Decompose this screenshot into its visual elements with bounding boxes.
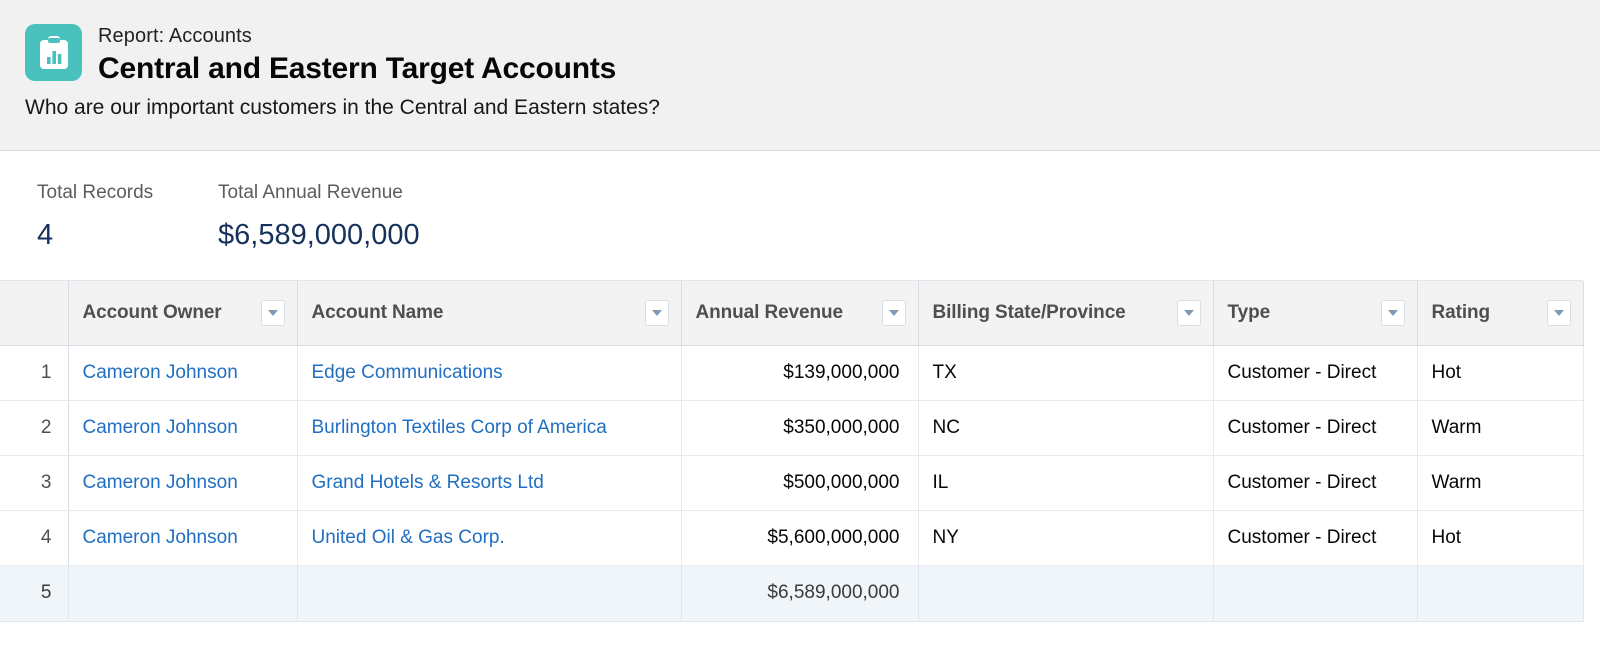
account-name-link[interactable]: Burlington Textiles Corp of America (312, 417, 607, 438)
row-number-header (0, 281, 68, 345)
cell-type: Customer - Direct (1213, 400, 1417, 455)
grand-total-row: 5 $6,589,000,000 (0, 565, 1583, 621)
cell-account-owner: Cameron Johnson (68, 345, 297, 400)
metric-value: $6,589,000,000 (218, 217, 420, 253)
cell-billing-state: NY (918, 510, 1213, 565)
column-header-label: Type (1228, 302, 1271, 324)
cell-type: Customer - Direct (1213, 455, 1417, 510)
account-owner-link[interactable]: Cameron Johnson (83, 362, 238, 383)
table-row: 2 Cameron Johnson Burlington Textiles Co… (0, 400, 1583, 455)
row-number: 5 (0, 565, 68, 621)
column-header-label: Account Name (312, 302, 444, 324)
report-clipboard-chart-icon (25, 24, 82, 81)
cell-account-owner: Cameron Johnson (68, 455, 297, 510)
cell-rating: Hot (1417, 510, 1583, 565)
report-table: Account Owner Account Name Annual Revenu… (0, 281, 1584, 622)
cell-annual-revenue: $5,600,000,000 (681, 510, 918, 565)
column-header-label: Annual Revenue (696, 302, 843, 324)
account-owner-link[interactable]: Cameron Johnson (83, 417, 238, 438)
chevron-down-icon[interactable] (882, 300, 906, 326)
cell-account-owner (68, 565, 297, 621)
chevron-down-icon[interactable] (1381, 300, 1405, 326)
report-header-titles: Report: Accounts Central and Eastern Tar… (98, 22, 616, 88)
report-table-container: Account Owner Account Name Annual Revenu… (0, 280, 1583, 622)
row-number: 1 (0, 345, 68, 400)
row-number: 2 (0, 400, 68, 455)
cell-type: Customer - Direct (1213, 345, 1417, 400)
account-owner-link[interactable]: Cameron Johnson (83, 527, 238, 548)
cell-account-name: Grand Hotels & Resorts Ltd (297, 455, 681, 510)
report-table-body: 1 Cameron Johnson Edge Communications $1… (0, 345, 1583, 621)
chevron-down-icon[interactable] (1177, 300, 1201, 326)
column-header-billing-state-province[interactable]: Billing State/Province (918, 281, 1213, 345)
cell-annual-revenue: $139,000,000 (681, 345, 918, 400)
cell-rating: Warm (1417, 400, 1583, 455)
report-table-header: Account Owner Account Name Annual Revenu… (0, 281, 1583, 345)
column-header-annual-revenue[interactable]: Annual Revenue (681, 281, 918, 345)
report-header: Report: Accounts Central and Eastern Tar… (0, 0, 1600, 151)
column-header-label: Rating (1432, 302, 1491, 324)
page-title: Central and Eastern Target Accounts (98, 50, 616, 88)
metric-value: 4 (37, 217, 218, 253)
cell-billing-state: TX (918, 345, 1213, 400)
cell-rating (1417, 565, 1583, 621)
chevron-down-icon[interactable] (261, 300, 285, 326)
column-header-account-owner[interactable]: Account Owner (68, 281, 297, 345)
table-row: 1 Cameron Johnson Edge Communications $1… (0, 345, 1583, 400)
cell-annual-revenue: $500,000,000 (681, 455, 918, 510)
column-header-rating[interactable]: Rating (1417, 281, 1583, 345)
account-owner-link[interactable]: Cameron Johnson (83, 472, 238, 493)
cell-annual-revenue: $350,000,000 (681, 400, 918, 455)
column-header-account-name[interactable]: Account Name (297, 281, 681, 345)
chevron-down-icon[interactable] (1547, 300, 1571, 326)
table-row: 4 Cameron Johnson United Oil & Gas Corp.… (0, 510, 1583, 565)
report-type-label: Report: Accounts (98, 23, 616, 49)
account-name-link[interactable]: United Oil & Gas Corp. (312, 527, 505, 548)
summary-metrics-bar: Total Records 4 Total Annual Revenue $6,… (0, 151, 1600, 280)
account-name-link[interactable]: Edge Communications (312, 362, 503, 383)
metric-label: Total Records (37, 181, 218, 205)
report-header-top: Report: Accounts Central and Eastern Tar… (25, 22, 1600, 88)
cell-account-name: Edge Communications (297, 345, 681, 400)
cell-account-name (297, 565, 681, 621)
cell-billing-state (918, 565, 1213, 621)
column-header-label: Account Owner (83, 302, 222, 324)
cell-account-name: Burlington Textiles Corp of America (297, 400, 681, 455)
chevron-down-icon[interactable] (645, 300, 669, 326)
cell-account-owner: Cameron Johnson (68, 400, 297, 455)
cell-account-name: United Oil & Gas Corp. (297, 510, 681, 565)
metric-total-annual-revenue: Total Annual Revenue $6,589,000,000 (218, 181, 420, 253)
cell-billing-state: IL (918, 455, 1213, 510)
cell-type: Customer - Direct (1213, 510, 1417, 565)
metric-total-records: Total Records 4 (37, 181, 218, 253)
row-number: 4 (0, 510, 68, 565)
column-header-type[interactable]: Type (1213, 281, 1417, 345)
cell-rating: Warm (1417, 455, 1583, 510)
table-row: 3 Cameron Johnson Grand Hotels & Resorts… (0, 455, 1583, 510)
header-row: Account Owner Account Name Annual Revenu… (0, 281, 1583, 345)
cell-annual-revenue-total: $6,589,000,000 (681, 565, 918, 621)
cell-account-owner: Cameron Johnson (68, 510, 297, 565)
cell-billing-state: NC (918, 400, 1213, 455)
account-name-link[interactable]: Grand Hotels & Resorts Ltd (312, 472, 544, 493)
metric-label: Total Annual Revenue (218, 181, 420, 205)
cell-rating: Hot (1417, 345, 1583, 400)
column-header-label: Billing State/Province (933, 302, 1126, 324)
report-description: Who are our important customers in the C… (25, 94, 1600, 121)
row-number: 3 (0, 455, 68, 510)
cell-type (1213, 565, 1417, 621)
